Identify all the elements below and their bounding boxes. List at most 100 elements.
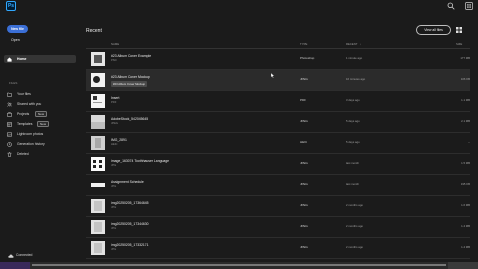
- file-name: img20250205_17332171: [111, 243, 149, 247]
- file-size: 1.6 MB: [461, 203, 470, 207]
- sidebar-item-your-files[interactable]: Your files: [4, 90, 76, 98]
- file-thumbnail: [91, 73, 105, 87]
- file-row[interactable]: Insert PDF PDF 3 days ago 1.1 MB: [86, 91, 470, 112]
- file-extension: PSD: [111, 59, 117, 62]
- sidebar-item-templates[interactable]: Templates New: [4, 120, 76, 128]
- column-header-name[interactable]: NAME: [111, 42, 119, 46]
- column-header-type[interactable]: TYPE: [300, 42, 307, 46]
- sidebar-item-label: Home: [17, 56, 27, 61]
- open-button[interactable]: Open: [11, 38, 20, 42]
- file-date: 1 minute ago: [346, 56, 363, 60]
- file-thumbnail: [91, 220, 105, 234]
- sidebar-item-lightroom[interactable]: Lightroom photos: [4, 130, 76, 138]
- photoshop-logo[interactable]: Ps: [6, 1, 16, 11]
- file-size: 195 KB: [460, 182, 470, 186]
- file-thumbnail: [91, 199, 105, 213]
- file-row[interactable]: #23 Album Cover Mockup #23 Album Cover M…: [86, 70, 470, 91]
- file-extension: JPG: [111, 164, 117, 167]
- file-type: HEIC: [300, 140, 308, 144]
- sidebar-item-deleted[interactable]: Deleted: [4, 150, 76, 158]
- file-thumbnail: [91, 94, 105, 108]
- sidebar-item-label: Templates: [17, 121, 33, 126]
- column-header-recent[interactable]: RECENT: [346, 42, 358, 46]
- file-row[interactable]: img20250205_17364645 JPG JPEG 2 months a…: [86, 196, 470, 217]
- apps-grid-icon[interactable]: [465, 2, 473, 10]
- file-row[interactable]: image_163074 Toothhauser Language JPG JP…: [86, 154, 470, 175]
- lightroom-icon: [7, 132, 12, 136]
- mouse-cursor-icon: [271, 73, 275, 78]
- file-name: img20250205_17364645: [111, 201, 149, 205]
- file-type: JPEG: [300, 245, 308, 249]
- file-size: 1.5 MB: [461, 161, 470, 165]
- file-name: AdobeStock_542045645: [111, 117, 149, 121]
- file-name: image_163074 Toothhauser Language: [111, 159, 170, 163]
- file-row[interactable]: img20250205_17332171 JPG JPEG 2 months a…: [86, 238, 470, 259]
- file-date: 3 days ago: [346, 98, 360, 102]
- file-row[interactable]: IMG_2891 HEIC HEIC 5 days ago --: [86, 133, 470, 154]
- new-badge: New: [35, 111, 48, 117]
- file-type: Photoshop: [300, 56, 315, 60]
- file-name: Assignment Schedule: [111, 180, 144, 184]
- sidebar-item-label: Generation history: [17, 141, 45, 146]
- file-size: 1.4 MB: [461, 224, 470, 228]
- view-all-files-button[interactable]: View all files: [416, 25, 451, 35]
- sidebar: New file Open Home FILES Your files Shar…: [0, 12, 79, 262]
- file-row[interactable]: #23 Album Cover Example PSD Photoshop 1 …: [86, 49, 470, 70]
- file-row[interactable]: img20250205_17344630 JPG JPEG 2 months a…: [86, 217, 470, 238]
- file-size: 177 MB: [460, 56, 470, 60]
- grid-view-icon[interactable]: [456, 27, 462, 33]
- file-date: 2 months ago: [346, 224, 363, 228]
- files-section-label: FILES: [9, 81, 18, 85]
- file-name-tooltip: #23 Album Cover Mockup: [111, 81, 148, 87]
- sort-arrow-icon[interactable]: ↓: [360, 42, 361, 46]
- taskbar-start[interactable]: [0, 262, 30, 269]
- file-extension: JPG: [111, 206, 117, 209]
- file-date: 16 minutes ago: [346, 77, 366, 81]
- file-type: JPEG: [300, 119, 308, 123]
- file-row[interactable]: Assignment Schedule JPG JPEG last month …: [86, 175, 470, 196]
- taskbar-tray[interactable]: [448, 262, 478, 269]
- people-icon: [7, 102, 12, 107]
- file-size: 2.1 MB: [461, 119, 470, 123]
- projects-icon: [7, 111, 12, 117]
- file-size: 1.4 MB: [461, 245, 470, 249]
- file-date: 5 days ago: [346, 140, 360, 144]
- file-thumbnail: [91, 157, 105, 171]
- sidebar-item-label: Deleted: [17, 151, 29, 156]
- file-date: 5 days ago: [346, 119, 360, 123]
- main-content: Recent View all files NAME TYPE RECENT ↓…: [79, 12, 478, 262]
- file-extension: JPG: [111, 227, 117, 230]
- connection-status: Connected: [16, 253, 33, 257]
- file-extension: HEIC: [111, 143, 118, 146]
- file-type: PDF: [300, 98, 306, 102]
- file-date: last month: [346, 182, 359, 186]
- sidebar-item-label: Shared with you: [17, 101, 42, 106]
- sidebar-item-shared[interactable]: Shared with you: [4, 100, 76, 108]
- home-icon: [7, 57, 12, 62]
- column-header-size[interactable]: SIZE: [456, 42, 462, 46]
- taskbar-scrollbar[interactable]: [32, 264, 446, 266]
- file-type: JPEG: [300, 224, 308, 228]
- search-icon[interactable]: [447, 2, 455, 10]
- file-size: --: [468, 140, 470, 144]
- file-extension: PDF: [111, 101, 117, 104]
- file-thumbnail: [91, 52, 105, 66]
- file-thumbnail: [91, 136, 105, 150]
- file-size: 106 KB: [460, 77, 470, 81]
- new-file-button[interactable]: New file: [7, 25, 28, 33]
- file-name: #23 Album Cover Example: [111, 54, 152, 58]
- top-bar: Ps: [0, 0, 478, 12]
- sidebar-item-label: Projects: [17, 111, 30, 116]
- trash-icon: [7, 151, 12, 157]
- file-extension: JPG: [111, 185, 117, 188]
- sidebar-item-home[interactable]: Home: [4, 55, 76, 63]
- sidebar-item-projects[interactable]: Projects New: [4, 110, 76, 118]
- file-size: 1.1 MB: [461, 98, 470, 102]
- file-name: #23 Album Cover Mockup: [111, 75, 150, 79]
- file-row[interactable]: AdobeStock_542045645 JPEG JPEG 5 days ag…: [86, 112, 470, 133]
- sidebar-item-generation-history[interactable]: Generation history: [4, 140, 76, 148]
- file-date: 2 months ago: [346, 203, 363, 207]
- file-name: Insert: [111, 96, 120, 100]
- file-name: img20250205_17344630: [111, 222, 149, 226]
- file-type: JPEG: [300, 203, 308, 207]
